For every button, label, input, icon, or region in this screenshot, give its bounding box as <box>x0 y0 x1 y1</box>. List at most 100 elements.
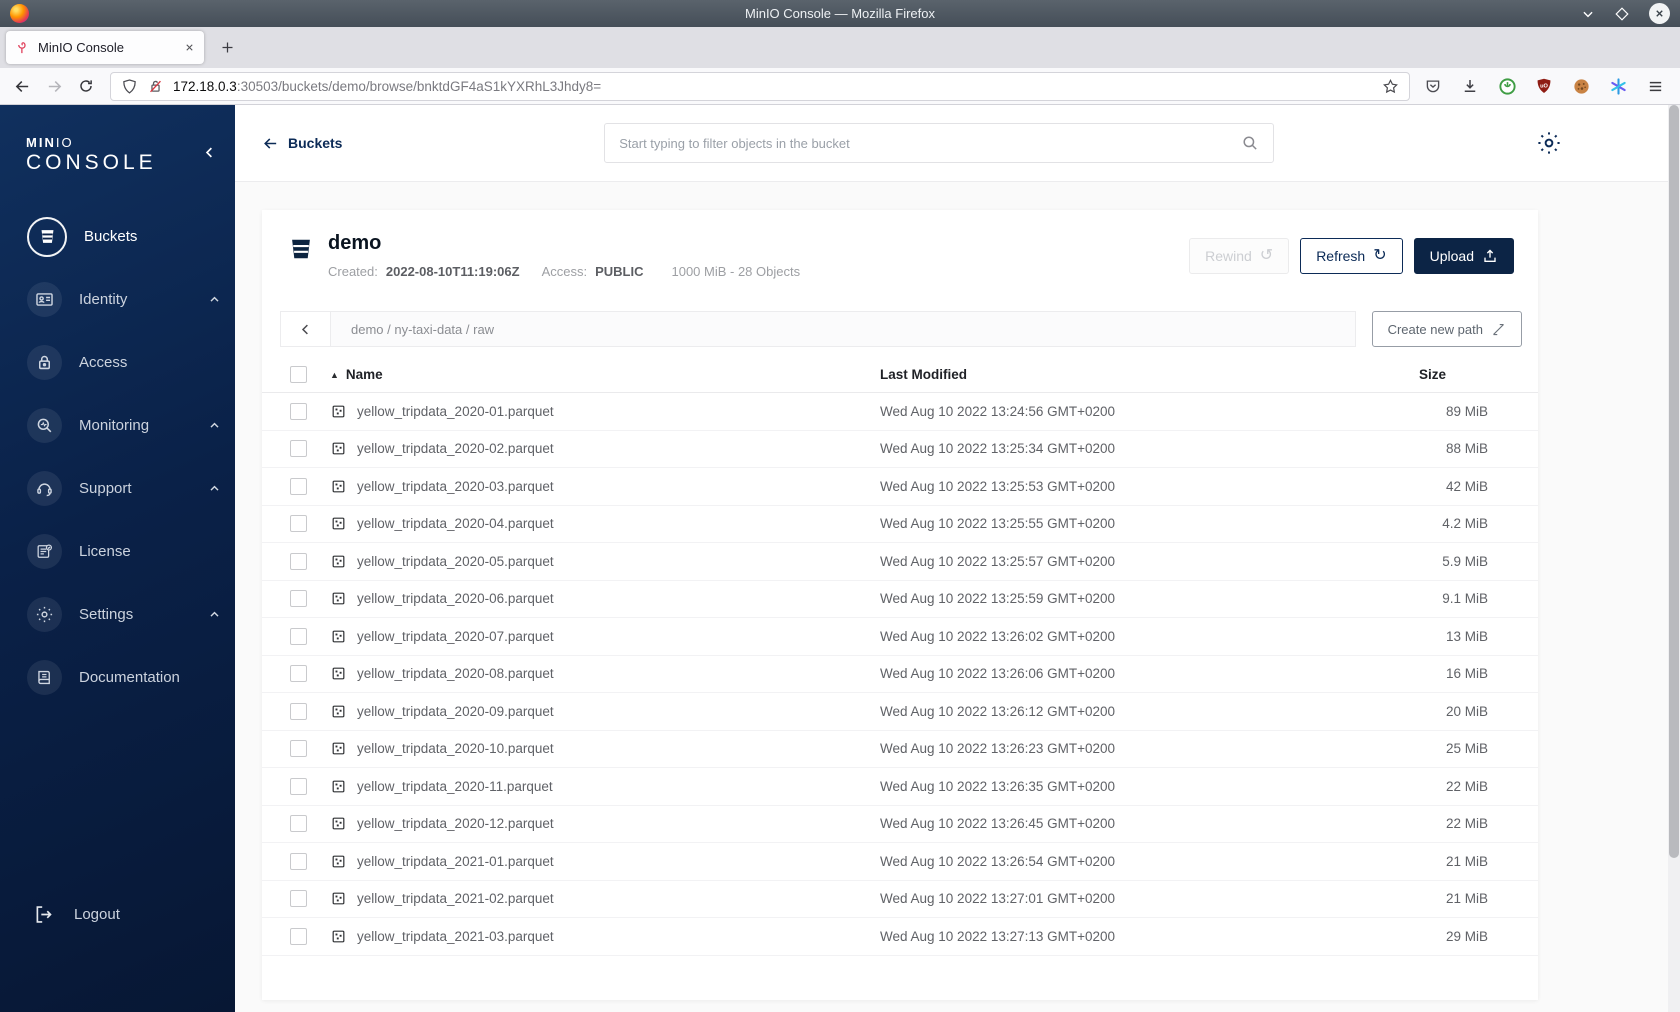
object-name[interactable]: yellow_tripdata_2021-01.parquet <box>357 854 554 869</box>
sidebar-collapse-icon[interactable] <box>202 145 217 160</box>
object-name[interactable]: yellow_tripdata_2020-03.parquet <box>357 479 554 494</box>
cookie-icon[interactable] <box>1566 71 1596 101</box>
row-checkbox[interactable] <box>290 477 307 495</box>
object-name[interactable]: yellow_tripdata_2020-01.parquet <box>357 404 554 419</box>
new-tab-icon[interactable] <box>212 33 242 63</box>
object-name[interactable]: yellow_tripdata_2021-03.parquet <box>357 929 554 944</box>
pocket-icon[interactable] <box>1418 71 1448 101</box>
sidebar-item-settings[interactable]: Settings <box>0 583 235 646</box>
extension-green-icon[interactable] <box>1492 71 1522 101</box>
downloads-icon[interactable] <box>1455 71 1485 101</box>
row-checkbox[interactable] <box>290 590 307 608</box>
object-row[interactable]: yellow_tripdata_2020-02.parquet Wed Aug … <box>262 431 1538 468</box>
tracking-shield-icon[interactable] <box>121 78 138 95</box>
row-checkbox[interactable] <box>290 852 307 870</box>
ublock-shield-icon[interactable]: uO <box>1529 71 1559 101</box>
object-name[interactable]: yellow_tripdata_2020-08.parquet <box>357 666 554 681</box>
extension-asterisk-icon[interactable] <box>1603 71 1633 101</box>
sidebar-item-logout[interactable]: Logout <box>0 894 235 934</box>
object-row[interactable]: yellow_tripdata_2020-09.parquet Wed Aug … <box>262 693 1538 731</box>
sidebar-item-documentation[interactable]: Documentation <box>0 646 235 709</box>
object-row[interactable]: yellow_tripdata_2020-06.parquet Wed Aug … <box>262 581 1538 618</box>
object-name[interactable]: yellow_tripdata_2020-10.parquet <box>357 741 554 756</box>
path-back-icon[interactable] <box>281 312 331 346</box>
row-checkbox[interactable] <box>290 702 307 720</box>
parquet-file-icon <box>330 478 347 495</box>
sidebar-item-monitoring[interactable]: Monitoring <box>0 394 235 457</box>
sidebar-item-identity[interactable]: Identity <box>0 268 235 331</box>
object-name[interactable]: yellow_tripdata_2020-02.parquet <box>357 441 554 456</box>
search-input[interactable] <box>619 135 1242 151</box>
object-row[interactable]: yellow_tripdata_2020-01.parquet Wed Aug … <box>262 393 1538 431</box>
row-checkbox[interactable] <box>290 740 307 758</box>
chevron-up-icon[interactable] <box>208 293 221 306</box>
object-row[interactable]: yellow_tripdata_2020-03.parquet Wed Aug … <box>262 468 1538 506</box>
object-name[interactable]: yellow_tripdata_2020-09.parquet <box>357 704 554 719</box>
close-window-icon[interactable] <box>1649 3 1670 24</box>
row-checkbox[interactable] <box>290 815 307 833</box>
row-checkbox[interactable] <box>290 515 307 533</box>
menu-hamburger-icon[interactable] <box>1640 71 1670 101</box>
forward-icon[interactable] <box>38 71 70 101</box>
chevron-up-icon[interactable] <box>208 608 221 621</box>
object-filter-search[interactable] <box>604 123 1275 163</box>
parquet-file-icon <box>330 553 347 570</box>
rewind-button[interactable]: Rewind ↺ <box>1189 238 1290 274</box>
close-tab-icon[interactable] <box>184 42 195 53</box>
object-row[interactable]: yellow_tripdata_2021-03.parquet Wed Aug … <box>262 918 1538 956</box>
back-to-buckets-link[interactable]: Buckets <box>262 135 342 152</box>
breadcrumb-path[interactable]: demo / ny-taxi-data / raw <box>331 312 494 346</box>
object-name[interactable]: yellow_tripdata_2020-05.parquet <box>357 554 554 569</box>
upload-button[interactable]: Upload <box>1413 238 1514 274</box>
bookmark-star-icon[interactable] <box>1382 78 1399 95</box>
minimize-icon[interactable] <box>1581 7 1595 21</box>
sidebar-item-access[interactable]: Access <box>0 331 235 394</box>
url-bar[interactable]: 172.18.0.3:30503/buckets/demo/browse/bnk… <box>110 71 1410 101</box>
select-all-checkbox[interactable] <box>290 366 307 383</box>
object-row[interactable]: yellow_tripdata_2020-04.parquet Wed Aug … <box>262 506 1538 543</box>
chevron-up-icon[interactable] <box>208 419 221 432</box>
object-name[interactable]: yellow_tripdata_2020-12.parquet <box>357 816 554 831</box>
tab-minio-console[interactable]: MinIO Console <box>6 31 204 64</box>
identity-card-icon <box>27 282 62 317</box>
minio-console-logo: MINIO CONSOLE <box>0 105 235 175</box>
object-name[interactable]: yellow_tripdata_2020-04.parquet <box>357 516 554 531</box>
row-checkbox[interactable] <box>290 627 307 645</box>
reload-icon[interactable] <box>70 71 102 101</box>
column-name[interactable]: ▲ Name <box>330 367 880 382</box>
sidebar-item-support[interactable]: Support <box>0 457 235 520</box>
sidebar-item-buckets[interactable]: Buckets <box>0 205 235 268</box>
row-checkbox[interactable] <box>290 890 307 908</box>
url-text[interactable]: 172.18.0.3:30503/buckets/demo/browse/bnk… <box>173 79 1373 94</box>
object-name[interactable]: yellow_tripdata_2020-07.parquet <box>357 629 554 644</box>
row-checkbox[interactable] <box>290 402 307 420</box>
object-name[interactable]: yellow_tripdata_2020-06.parquet <box>357 591 554 606</box>
object-row[interactable]: yellow_tripdata_2020-12.parquet Wed Aug … <box>262 806 1538 843</box>
settings-gear-icon[interactable] <box>1536 130 1562 156</box>
sidebar-item-license[interactable]: License <box>0 520 235 583</box>
object-name[interactable]: yellow_tripdata_2020-11.parquet <box>357 779 553 794</box>
page-scrollbar-thumb[interactable] <box>1669 105 1679 858</box>
minio-flamingo-favicon <box>15 40 30 55</box>
row-checkbox[interactable] <box>290 665 307 683</box>
refresh-button[interactable]: Refresh ↻ <box>1300 238 1403 274</box>
row-checkbox[interactable] <box>290 552 307 570</box>
create-new-path-button[interactable]: Create new path <box>1371 311 1522 347</box>
row-checkbox[interactable] <box>290 777 307 795</box>
object-row[interactable]: yellow_tripdata_2020-08.parquet Wed Aug … <box>262 656 1538 693</box>
page-scrollbar[interactable] <box>1668 105 1680 1012</box>
object-row[interactable]: yellow_tripdata_2020-07.parquet Wed Aug … <box>262 618 1538 656</box>
chevron-up-icon[interactable] <box>208 482 221 495</box>
insecure-lock-icon[interactable] <box>147 78 164 95</box>
object-row[interactable]: yellow_tripdata_2021-02.parquet Wed Aug … <box>262 881 1538 918</box>
object-row[interactable]: yellow_tripdata_2020-11.parquet Wed Aug … <box>262 768 1538 806</box>
object-row[interactable]: yellow_tripdata_2021-01.parquet Wed Aug … <box>262 843 1538 881</box>
row-checkbox[interactable] <box>290 927 307 945</box>
back-icon[interactable] <box>6 71 38 101</box>
row-checkbox[interactable] <box>290 440 307 458</box>
object-row[interactable]: yellow_tripdata_2020-10.parquet Wed Aug … <box>262 731 1538 768</box>
lock-icon <box>27 345 62 380</box>
object-row[interactable]: yellow_tripdata_2020-05.parquet Wed Aug … <box>262 543 1538 581</box>
maximize-icon[interactable] <box>1615 6 1629 21</box>
object-name[interactable]: yellow_tripdata_2021-02.parquet <box>357 891 554 906</box>
